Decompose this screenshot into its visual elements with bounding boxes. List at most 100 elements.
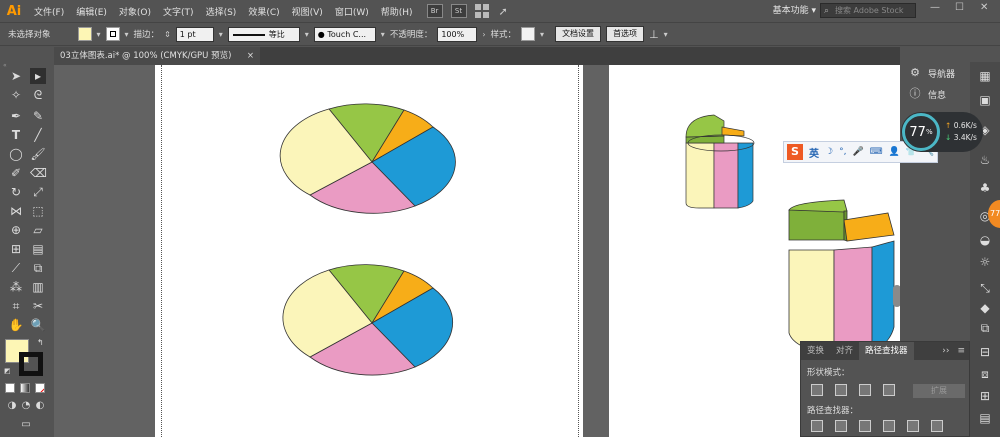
paintbrush-icon[interactable]: 🖌 [30,146,46,162]
exclude-button[interactable] [883,384,895,396]
moon-icon[interactable]: ☽ [825,147,833,157]
menu-type[interactable]: 文字(T) [157,5,200,18]
unite-button[interactable] [811,384,823,396]
transparency-icon[interactable]: ◒ [977,232,993,248]
libraries-icon[interactable]: ▣ [977,92,993,108]
crop-button[interactable] [883,420,895,432]
merge-button[interactable] [859,420,871,432]
magic-wand-icon[interactable]: ✧ [8,87,24,103]
default-colors-icon[interactable]: ◩ [4,367,11,375]
rotate-tool-icon[interactable]: ↻ [8,184,24,200]
stroke-weight-dropdown-icon[interactable]: ▾ [219,30,223,39]
artboard-tool-icon[interactable]: ⌗ [8,298,24,314]
draw-inside-icon[interactable]: ◐ [32,398,48,414]
opacity-arrow-icon[interactable]: › [482,30,485,39]
menu-object[interactable]: 对象(O) [113,5,157,18]
opacity-field[interactable]: 100% [437,26,478,42]
minus-back-button[interactable] [931,420,943,432]
stock-search-input[interactable]: ⌕ 搜索 Adobe Stock [820,3,916,18]
shaper-tool-icon[interactable]: ✐ [8,165,24,181]
align-panel-icon[interactable]: ⊟ [977,344,993,360]
brush-dropdown-icon[interactable]: ▾ [381,30,385,39]
microphone-icon[interactable]: 🎤 [852,147,863,157]
network-speed-widget[interactable]: 77% ↑ 0.6K/s ↓ 3.4K/s [901,112,983,152]
minus-front-button[interactable] [835,384,847,396]
variable-width-profile[interactable]: 等比 [227,26,300,42]
gradient-tool-icon[interactable]: ▤ [30,241,46,257]
document-setup-button[interactable]: 文档设置 [555,26,602,42]
punctuation-icon[interactable]: °, [839,147,846,157]
mesh-tool-icon[interactable]: ⊞ [8,241,24,257]
menu-edit[interactable]: 编辑(E) [70,5,113,18]
lasso-icon[interactable]: ᘓ [30,87,46,103]
curvature-tool-icon[interactable]: ✎ [30,108,46,124]
blend-tool-icon[interactable]: ⧉ [30,260,46,276]
line-tool-icon[interactable]: ╱ [30,127,46,143]
eyedropper-icon[interactable]: ⟋ [8,260,24,276]
gradient-mode-icon[interactable] [20,383,30,393]
arrange-documents-icon[interactable] [474,4,489,18]
outline-button[interactable] [907,420,919,432]
asset-export-icon[interactable]: ⊞ [977,388,993,404]
stock-button[interactable]: St [450,4,467,18]
flat-pie-chart-bottom[interactable] [282,264,454,376]
none-mode-icon[interactable] [35,383,45,393]
symbols-icon[interactable]: ♣ [977,180,993,196]
column-graph-icon[interactable]: ▥ [30,279,46,295]
panel-menu-icon[interactable]: ≡ [953,342,969,360]
3d-pie-chart-large[interactable] [788,199,895,356]
menu-window[interactable]: 窗口(W) [329,5,375,18]
color-mode-icon[interactable] [5,383,15,393]
flat-pie-chart-top[interactable] [279,103,456,214]
zoom-tool-icon[interactable]: 🔍 [30,317,46,333]
preferences-button[interactable]: 首选项 [606,26,645,42]
eraser-icon[interactable]: ⌫ [30,165,47,181]
tab-align[interactable]: 对齐 [830,342,859,360]
bridge-button[interactable]: Br [426,4,443,18]
tab-pathfinder[interactable]: 路径查找器 [859,342,914,360]
hand-tool-icon[interactable]: ✋ [8,317,24,333]
divide-button[interactable] [811,420,823,432]
trim-button[interactable] [835,420,847,432]
navigator-panel-button[interactable]: ⚙ 导航器 [908,66,955,80]
intersect-button[interactable] [859,384,871,396]
perspective-grid-icon[interactable]: ▱ [30,222,46,238]
align-icon[interactable]: ⊥ [649,28,659,41]
gpu-performance-icon[interactable]: ➚ [499,5,508,18]
fill-swatch[interactable] [77,27,92,41]
menu-help[interactable]: 帮助(H) [375,5,419,18]
collapse-panel-icon[interactable]: ›› [938,342,953,360]
swap-colors-icon[interactable]: ↰ [37,338,44,347]
keyboard-icon[interactable]: ⌨ [870,147,883,157]
align-dropdown-icon[interactable]: ▾ [664,30,668,39]
width-tool-icon[interactable]: ⋈ [8,203,24,219]
stroke-swatch[interactable] [105,27,120,41]
transform-icon[interactable]: ⤡ [977,280,993,296]
shape-builder-icon[interactable]: ⊕ [8,222,24,238]
profile-dropdown-icon[interactable]: ▾ [305,30,309,39]
expand-button[interactable]: 扩展 [913,384,965,398]
ellipse-tool-icon[interactable]: ◯ [8,146,24,162]
document-tab[interactable]: 03立体图表.ai* @ 100% (CMYK/GPU 预览) × [54,47,260,65]
brushes-icon[interactable]: ♨ [977,152,993,168]
menu-effect[interactable]: 效果(C) [242,5,285,18]
scale-tool-icon[interactable]: ⤢ [30,184,46,200]
info-panel-button[interactable]: ⓘ 信息 [908,87,947,101]
style-dropdown-icon[interactable]: ▾ [540,30,544,39]
type-tool-icon[interactable]: T [8,127,24,143]
stroke-color-swatch[interactable] [19,352,43,376]
menu-view[interactable]: 视图(V) [286,5,329,18]
direct-selection-tool-icon[interactable]: ▸ [30,68,46,84]
more-panels-icon[interactable]: ▤ [977,410,993,426]
maximize-button[interactable]: ☐ [955,2,964,13]
close-window-button[interactable]: ✕ [980,2,988,13]
stroke-stepper-icon[interactable]: ⇕ [164,30,171,39]
layers-icon[interactable]: ◆ [977,300,993,316]
pen-tool-icon[interactable]: ✒ [8,108,24,124]
close-tab-icon[interactable]: × [247,47,254,65]
slice-tool-icon[interactable]: ✂ [30,298,46,314]
sogou-logo[interactable]: S [787,144,803,160]
fill-dropdown-icon[interactable]: ▾ [97,30,101,39]
tab-transform[interactable]: 变换 [801,342,830,360]
screen-mode-icon[interactable]: ▭ [18,417,34,433]
